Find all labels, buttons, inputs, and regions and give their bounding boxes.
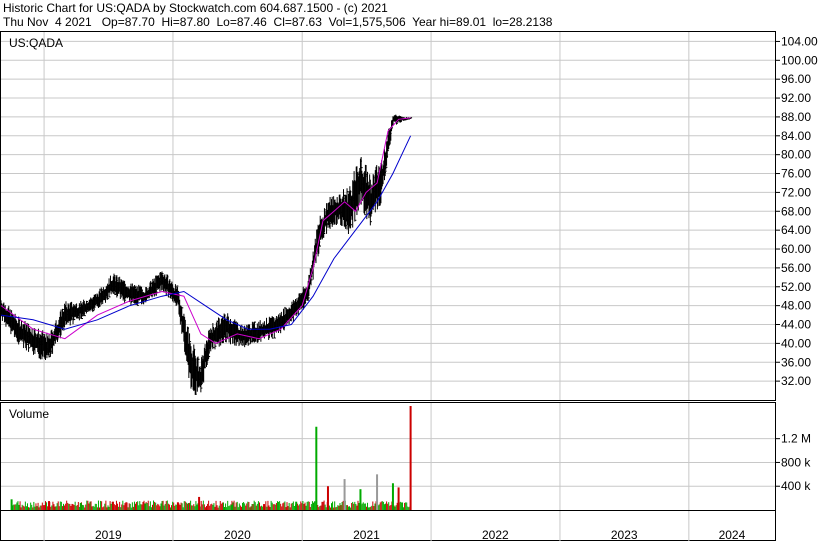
price-tick-label: 68.00 <box>781 204 811 218</box>
price-tick-label: 60.00 <box>781 242 811 256</box>
price-panel <box>0 31 776 401</box>
price-tick-label: 32.00 <box>781 374 811 388</box>
price-tick-label: 92.00 <box>781 91 811 105</box>
price-tick-label: 40.00 <box>781 336 811 350</box>
chart-symbol-label: US:QADA <box>9 36 63 50</box>
price-tick-label: 44.00 <box>781 318 811 332</box>
price-tick-label: 84.00 <box>781 129 811 143</box>
price-tick-label: 100.00 <box>781 53 818 67</box>
price-tick-label: 36.00 <box>781 355 811 369</box>
price-tick-label: 80.00 <box>781 148 811 162</box>
year-label: 2020 <box>224 528 251 542</box>
volume-axis: 1.2 M 800 k 400 k <box>775 432 811 493</box>
year-label: 2021 <box>353 528 380 542</box>
price-tick-label: 104.00 <box>781 34 818 48</box>
year-label: 2023 <box>611 528 638 542</box>
price-tick-label: 76.00 <box>781 167 811 181</box>
price-tick-label: 96.00 <box>781 72 811 86</box>
volume-panel <box>0 402 776 511</box>
volume-tick-label: 400 k <box>781 479 811 493</box>
price-tick-label: 52.00 <box>781 280 811 294</box>
volume-panel-label: Volume <box>9 407 49 421</box>
volume-tick-label: 1.2 M <box>781 432 811 446</box>
price-tick-label: 88.00 <box>781 110 811 124</box>
price-tick-label: 64.00 <box>781 223 811 237</box>
volume-tick-label: 800 k <box>781 455 811 469</box>
stock-chart: 104.00 100.00 96.00 92.00 88.00 84.00 80.00 76.… <box>0 31 818 542</box>
price-axis: 104.00 100.00 96.00 92.00 88.00 84.00 80.00 76.… <box>775 34 818 388</box>
year-label: 2019 <box>95 528 122 542</box>
price-tick-label: 72.00 <box>781 185 811 199</box>
price-tick-label: 48.00 <box>781 299 811 313</box>
year-label: 2024 <box>719 528 746 542</box>
price-tick-label: 56.00 <box>781 261 811 275</box>
year-label: 2022 <box>482 528 509 542</box>
